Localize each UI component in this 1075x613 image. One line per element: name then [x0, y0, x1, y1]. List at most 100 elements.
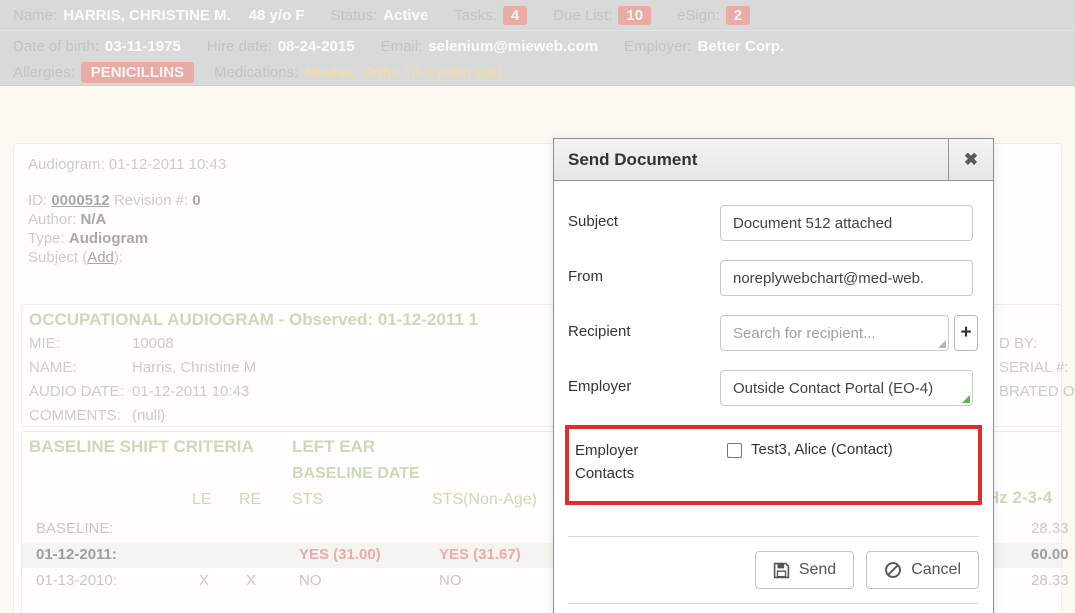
contact-checkbox[interactable]: [727, 443, 742, 458]
screen: Name: HARRIS, CHRISTINE M. 48 y/o F Stat…: [0, 0, 1075, 613]
row-right-value: 28.33: [1031, 572, 1069, 589]
employer-label: Employer:: [624, 38, 692, 55]
due-list-label: Due List:: [553, 7, 612, 24]
audiogram-row-label: AUDIO DATE:: [29, 383, 124, 400]
cancel-icon: [884, 561, 902, 579]
author-label: Author:: [28, 211, 76, 228]
col-header-re: RE: [239, 491, 261, 509]
contact-option-label: Test3, Alice (Contact): [751, 441, 893, 458]
cancel-button[interactable]: Cancel: [866, 551, 979, 589]
type-label: Type:: [28, 230, 65, 247]
subject-field-label: Subject: [568, 205, 720, 241]
esign-label: eSign:: [677, 7, 720, 24]
medications-label: Medications:: [214, 64, 298, 81]
contact-option[interactable]: Test3, Alice (Contact): [727, 437, 893, 485]
patient-header-row3: Allergies: PENICILLINS Medications: Mira…: [0, 59, 1075, 85]
author-value: N/A: [81, 211, 107, 228]
send-document-modal: Send Document ✖ Subject From Recipient: [553, 138, 994, 613]
medication-link-2[interactable]: Ortho Tri-Cyclen (28): [362, 64, 502, 81]
row-label: BASELINE:: [36, 520, 114, 537]
from-input[interactable]: [720, 260, 973, 296]
close-icon[interactable]: ✖: [948, 139, 993, 180]
subject-field-row: Subject: [568, 205, 979, 241]
audiogram-row-value: Harris, Christine M: [132, 359, 256, 376]
patient-email: selenium@mieweb.com: [428, 38, 598, 55]
hz-fragment: Hz 2-3-4: [987, 488, 1052, 508]
save-icon: [773, 562, 790, 579]
audiogram-right-fragment: D BY:: [999, 335, 1037, 352]
email-label: Email:: [381, 38, 423, 55]
recipient-field-label: Recipient: [568, 315, 720, 351]
row-sts-nonage-value: NO: [439, 572, 462, 589]
esign-count-badge[interactable]: 2: [726, 6, 750, 25]
patient-hire-date: 08-24-2015: [278, 38, 355, 55]
revision-label: Revision #:: [114, 192, 188, 209]
employer-field-row: Employer: [568, 370, 979, 406]
row-right-value: 60.00: [1031, 546, 1069, 563]
row-re-value: X: [246, 572, 256, 589]
baseline-date-heading: BASELINE DATE: [292, 465, 420, 483]
medication-link-1[interactable]: Miralax,: [304, 64, 357, 81]
patient-header-row2: Date of birth: 03-11-1975 Hire date: 08-…: [0, 33, 1075, 59]
tasks-label: Tasks:: [454, 7, 497, 24]
cancel-button-label: Cancel: [911, 561, 961, 579]
type-value: Audiogram: [69, 230, 148, 247]
subject-suffix: ):: [114, 249, 123, 266]
document-type-line: Type: Audiogram: [28, 230, 148, 247]
patient-age-sex: 48 y/o F: [249, 7, 305, 24]
patient-employer: Better Corp.: [697, 38, 784, 55]
send-button-label: Send: [799, 561, 836, 579]
patient-status: Active: [383, 7, 428, 24]
send-button[interactable]: Send: [755, 551, 854, 589]
hire-date-label: Hire date:: [207, 38, 272, 55]
col-header-le: LE: [192, 491, 212, 509]
resize-grippy-icon: [938, 340, 946, 348]
tasks-count-badge[interactable]: 4: [503, 6, 527, 25]
subject-input[interactable]: [720, 205, 973, 241]
subject-add-link[interactable]: Add: [87, 249, 114, 266]
row-sts-value: NO: [299, 572, 322, 589]
allergy-badge[interactable]: PENICILLINS: [81, 62, 194, 83]
audiogram-row-label: COMMENTS:: [29, 407, 121, 424]
patient-header-row1: Name: HARRIS, CHRISTINE M. 48 y/o F Stat…: [0, 0, 1075, 31]
employer-select[interactable]: [720, 370, 973, 406]
col-header-sts-nonage: STS(Non-Age): [432, 491, 537, 509]
col-header-sts: STS: [292, 491, 323, 509]
patient-header: Name: HARRIS, CHRISTINE M. 48 y/o F Stat…: [0, 0, 1075, 86]
document-id-line: ID: 0000512 Revision #: 0: [28, 192, 201, 209]
document-title: Audiogram: 01-12-2011 10:43: [28, 156, 226, 173]
employer-field-label: Employer: [568, 370, 720, 406]
audiogram-row-value: (null): [132, 407, 165, 424]
subject-prefix: Subject (: [28, 249, 87, 266]
audiogram-right-fragment: BRATED ON: [999, 383, 1075, 400]
employer-contacts-highlight: Employer Contacts Test3, Alice (Contact): [565, 425, 982, 505]
audiogram-row-label: NAME:: [29, 359, 77, 376]
row-label: 01-12-2011:: [36, 546, 117, 563]
row-sts-value: YES (31.00): [299, 546, 381, 563]
modal-body: Subject From Recipient +: [554, 181, 993, 604]
modal-header: Send Document ✖: [554, 139, 993, 181]
baseline-heading: BASELINE SHIFT CRITERIA: [29, 437, 254, 457]
id-label: ID:: [28, 192, 47, 209]
audiogram-right-fragment: SERIAL #:: [999, 359, 1068, 376]
recipient-search-input[interactable]: [720, 315, 949, 351]
audiogram-row-value: 01-12-2011 10:43: [132, 383, 249, 400]
row-sts-nonage-value: YES (31.67): [439, 546, 521, 563]
row-le-value: X: [199, 572, 209, 589]
audiogram-row-label: MIE:: [29, 335, 60, 352]
row-label: 01-13-2010:: [36, 572, 117, 589]
modal-divider-bottom: [568, 603, 979, 604]
document-subject-line: Subject (Add):: [28, 249, 123, 266]
from-field-label: From: [568, 260, 720, 296]
document-author-line: Author: N/A: [28, 211, 106, 228]
due-list-count-badge[interactable]: 10: [618, 6, 651, 25]
add-recipient-button[interactable]: +: [954, 315, 978, 351]
left-ear-heading: LEFT EAR: [292, 437, 375, 457]
select-grippy-icon: [962, 395, 970, 403]
from-field-row: From: [568, 260, 979, 296]
modal-title: Send Document: [554, 139, 993, 181]
audiogram-heading: OCCUPATIONAL AUDIOGRAM - Observed: 01-12…: [29, 310, 478, 330]
document-id-link[interactable]: 0000512: [51, 192, 109, 209]
employer-contacts-label: Employer Contacts: [575, 437, 685, 485]
audiogram-row-value: 10008: [132, 335, 174, 352]
